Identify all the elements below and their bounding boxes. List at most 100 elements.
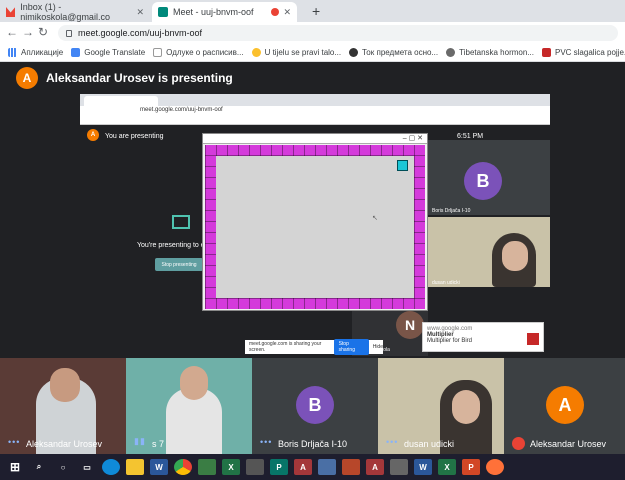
participant-tile[interactable]: B ••• Boris Drljača I-10 — [252, 358, 378, 454]
firefox-icon[interactable] — [486, 459, 504, 475]
stop-sharing-button[interactable]: Stop sharing — [333, 339, 369, 355]
windows-taskbar: ⊞ ⌕ ○ ▭ W X P A A W X P — [0, 454, 625, 480]
tile-name: Aleksandar Urosev — [26, 439, 103, 449]
participant-tile-video[interactable]: ••• dusan udicki — [378, 358, 504, 454]
bookmark-item[interactable]: Tibetanska hormon... — [446, 48, 534, 57]
notification-icon — [527, 333, 539, 345]
browser-tab-strip: Inbox (1) - nimikoskola@gmail.co ✕ Meet … — [0, 0, 625, 22]
cortana-icon[interactable]: ○ — [54, 459, 72, 475]
bookmark-item[interactable]: U tijelu se pravi talo... — [251, 48, 341, 57]
publisher-icon[interactable]: P — [270, 459, 288, 475]
bookmark-item[interactable]: PVC slagalica pojje... — [541, 48, 625, 57]
explorer-icon[interactable] — [126, 459, 144, 475]
sharing-bar: meet.google.com is sharing your screen. … — [245, 339, 383, 355]
avatar: A — [87, 129, 99, 141]
tab-gmail[interactable]: Inbox (1) - nimikoskola@gmail.co ✕ — [0, 2, 150, 22]
participant-face — [180, 366, 208, 400]
participant-face — [452, 390, 480, 424]
presenting-to-label: You're presenting to e — [137, 242, 205, 249]
avatar: B — [296, 386, 334, 424]
chrome-icon[interactable] — [174, 459, 192, 475]
stop-presenting-button[interactable]: Stop presenting — [155, 258, 203, 271]
tile-name: s 7 — [152, 439, 165, 449]
game-board[interactable]: ↖ — [205, 145, 425, 309]
address-bar-row: ← → ↻ meet.google.com/uuj-bnvm-oof — [0, 22, 625, 44]
tab-label: Meet - uuj-bnvm-oof — [173, 7, 254, 17]
tile-name: Boris Drljača I-10 — [278, 439, 348, 449]
tab-meet[interactable]: Meet - uuj-bnvm-oof ✕ — [152, 2, 297, 22]
url-text: meet.google.com/uuj-bnvm-oof — [78, 28, 203, 38]
bookmarks-bar: Апликације Google Translate Одлуке о рас… — [0, 44, 625, 62]
gmail-icon — [6, 7, 16, 17]
inner-tab-strip — [80, 94, 550, 106]
bookmark-item[interactable]: Ток предмета осно... — [349, 48, 438, 57]
participant-tile-video[interactable]: ▮▮ s 7 — [126, 358, 252, 454]
avatar: N — [396, 311, 424, 339]
tile-name: dusan udicki — [404, 439, 455, 449]
access-icon[interactable]: A — [294, 459, 312, 475]
notification-sub: Multiplier for Bird — [427, 338, 473, 344]
present-icon — [172, 215, 190, 229]
tab-label: Inbox (1) - nimikoskola@gmail.co — [20, 2, 110, 22]
speaking-indicator: ••• — [260, 437, 273, 447]
speaking-indicator: ••• — [386, 437, 399, 447]
notification-popup[interactable]: www.google.com Multiplier Multiplier for… — [422, 322, 544, 352]
game-title-bar: – ▢ ✕ — [203, 134, 427, 144]
mic-active-icon: ▮▮ — [134, 436, 146, 446]
windows-start-icon[interactable]: ⊞ — [6, 459, 24, 475]
forward-icon[interactable]: → — [22, 25, 34, 39]
apps-icon — [8, 48, 17, 57]
new-tab-button[interactable]: + — [312, 3, 320, 19]
word-icon[interactable]: W — [414, 459, 432, 475]
tile-name: Boris Drljača I-10 — [432, 208, 471, 214]
participant-face — [502, 241, 528, 271]
translate-icon — [71, 48, 81, 57]
avatar: A — [546, 386, 584, 424]
hide-button[interactable]: Hide — [373, 344, 383, 350]
site-icon — [446, 48, 456, 57]
participant-tile[interactable]: B Boris Drljača I-10 — [428, 140, 550, 215]
participant-face — [50, 368, 80, 402]
site-icon — [541, 48, 551, 57]
avatar: B — [464, 162, 502, 200]
excel-icon[interactable]: X — [222, 459, 240, 475]
close-icon[interactable]: ✕ — [136, 7, 144, 18]
app-icon[interactable] — [342, 459, 360, 475]
you-presenting-label: You are presenting — [105, 133, 164, 140]
participant-tile[interactable]: A Aleksandar Urosev — [504, 358, 625, 454]
reload-icon[interactable]: ↻ — [38, 25, 48, 39]
powerpoint-icon[interactable]: P — [462, 459, 480, 475]
presenting-title: Aleksandar Urosev is presenting — [46, 71, 233, 85]
app-icon[interactable] — [318, 459, 336, 475]
participant-tile-video[interactable]: ••• Aleksandar Urosev — [0, 358, 126, 454]
speaking-indicator: ••• — [8, 437, 21, 447]
participant-tile-video[interactable]: dusan udicki — [428, 217, 550, 287]
word-icon[interactable]: W — [150, 459, 168, 475]
lock-icon — [66, 29, 72, 37]
excel-icon[interactable]: X — [438, 459, 456, 475]
page-icon — [153, 48, 163, 57]
app-icon[interactable] — [198, 459, 216, 475]
recording-icon — [271, 8, 279, 16]
bookmark-translate[interactable]: Google Translate — [71, 48, 145, 57]
access-icon[interactable]: A — [366, 459, 384, 475]
close-icon[interactable]: ✕ — [283, 7, 291, 18]
url-bar[interactable]: meet.google.com/uuj-bnvm-oof — [58, 25, 618, 41]
meet-icon — [158, 7, 168, 17]
window-controls[interactable]: – ▢ ✕ — [403, 134, 423, 142]
search-icon[interactable]: ⌕ — [30, 459, 48, 475]
back-icon[interactable]: ← — [6, 25, 18, 39]
task-view-icon[interactable]: ▭ — [78, 459, 96, 475]
tile-name: Aleksandar Urosev — [530, 439, 607, 449]
calculator-icon[interactable] — [246, 459, 264, 475]
bookmark-apps[interactable]: Апликације — [8, 48, 63, 57]
meet-header: A Aleksandar Urosev is presenting — [0, 62, 625, 94]
game-gem — [397, 160, 408, 171]
edge-icon[interactable] — [102, 459, 120, 475]
bookmark-item[interactable]: Одлуке о расписив... — [153, 48, 244, 57]
game-window[interactable]: – ▢ ✕ ↖ — [202, 133, 428, 311]
tile-name: dusan udicki — [432, 280, 460, 286]
app-icon[interactable] — [390, 459, 408, 475]
smiley-icon — [251, 48, 261, 57]
inner-address-bar: meet.google.com/uuj-bnvm-oof — [80, 106, 550, 116]
